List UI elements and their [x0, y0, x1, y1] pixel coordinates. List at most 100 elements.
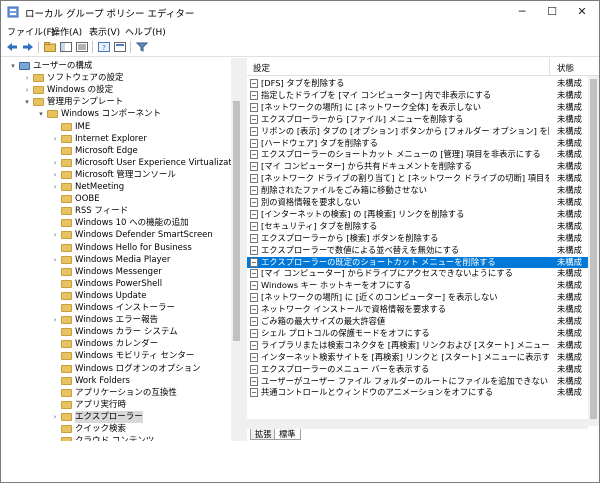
menu-help[interactable]: ヘルプ(H) [125, 25, 166, 38]
policy-row[interactable]: 指定したドライブを [マイ コンピューター] 内で非表示にする 未構成 [247, 90, 599, 101]
policy-setting-icon [250, 257, 258, 267]
collapse-arrow-icon[interactable]: ▾ [37, 108, 45, 120]
expand-arrow-icon[interactable]: › [51, 411, 59, 423]
tree-item-label: Windows カラー システム [75, 327, 178, 338]
folder-icon [61, 158, 72, 167]
policy-state: 未構成 [557, 244, 582, 255]
policy-row[interactable]: エクスプローラーから [ファイル] メニューを削除する 未構成 [247, 114, 599, 125]
policy-row[interactable]: エクスプローラーのショートカット メニューの [管理] 項目を非表示にする 未構成 [247, 149, 599, 160]
properties-icon[interactable] [113, 40, 127, 54]
folder-icon [61, 243, 72, 252]
folder-icon [61, 207, 72, 216]
folder-icon [61, 376, 72, 385]
help-icon[interactable]: ? [97, 40, 111, 54]
policy-row[interactable]: [ネットワークの場所] に [ネットワーク全体] を表示しない 未構成 [247, 102, 599, 113]
policy-name: ネットワーク インストールで資格情報を要求する [261, 304, 447, 315]
show-hide-tree-icon[interactable] [59, 40, 73, 54]
policy-state: 未構成 [557, 339, 582, 350]
folder-icon [61, 122, 72, 131]
tree-item-label: Microsoft User Experience Virtualization [75, 157, 242, 168]
policy-row[interactable]: エクスプローラーから [検索] ボタンを削除する 未構成 [247, 233, 599, 244]
tab-standard[interactable]: 標準 [274, 429, 301, 440]
policy-row[interactable]: ユーザーがユーザー ファイル フォルダーのルートにファイルを追加できないようにす… [247, 376, 599, 387]
tree-item-label: Windows コンポーネント [61, 109, 162, 120]
policy-row[interactable]: リボンの [表示] タブの [オプション] ボタンから [フォルダー オプション… [247, 126, 599, 137]
filter-icon[interactable] [135, 40, 149, 54]
policy-row[interactable]: インターネット検索サイトを [再検索] リンクと [スタート] メニューに表示す… [247, 352, 599, 363]
folder-icon [61, 170, 72, 179]
folder-up-icon[interactable] [43, 40, 57, 54]
policy-setting-icon [250, 114, 258, 124]
policy-name: 別の資格情報を要求しない [261, 197, 361, 207]
policy-state: 未構成 [557, 268, 582, 279]
menu-file[interactable]: ファイル(F) [7, 25, 55, 38]
expand-arrow-icon[interactable]: › [51, 169, 59, 181]
policy-row[interactable]: [ハードウェア] タブを削除する 未構成 [247, 138, 599, 149]
settings-list: 設定 状態 [DFS] タブを削除する 未構成 指定したドライブを [マイ コンピュ… [247, 58, 599, 429]
policy-row[interactable]: 共通コントロールとウィンドウのアニメーションをオフにする 未構成 [247, 387, 599, 398]
tree-item-label: Windows PowerShell [75, 278, 163, 289]
export-list-icon[interactable] [75, 40, 89, 54]
policy-setting-icon [250, 138, 258, 148]
policy-row[interactable]: [セキュリティ] タブを削除する 未構成 [247, 221, 599, 232]
policy-name: ユーザーがユーザー ファイル フォルダーのルートにファイルを追加できないようにす… [261, 375, 549, 386]
collapse-arrow-icon[interactable]: ▾ [23, 96, 31, 108]
column-divider[interactable] [549, 58, 550, 76]
policy-row[interactable]: [インターネットの検索] の [再検索] リンクを削除する 未構成 [247, 209, 599, 220]
policy-setting-icon [250, 281, 258, 291]
back-icon[interactable] [5, 40, 19, 54]
tree-item-label: アプリ実行時 [75, 399, 127, 410]
column-header-setting[interactable]: 設定 [253, 62, 270, 74]
policy-row[interactable]: Windows キー ホットキーをオフにする 未構成 [247, 280, 599, 291]
policy-row[interactable]: [DFS] タブを削除する 未構成 [247, 78, 599, 89]
policy-row[interactable]: ライブラリまたは検索コネクタを [再検索] リンクおよび [スタート] メニュー… [247, 340, 599, 351]
policy-row[interactable]: [ネットワークの場所] に [近くのコンピューター] を表示しない 未構成 [247, 292, 599, 303]
policy-row[interactable]: エクスプローラーで数値による並べ替えを無効にする 未構成 [247, 245, 599, 256]
folder-icon [61, 219, 72, 228]
policy-row[interactable]: ネットワーク インストールで資格情報を要求する 未構成 [247, 304, 599, 315]
policy-state: 未構成 [557, 375, 582, 386]
maximize-button[interactable]: ☐ [537, 1, 567, 23]
tree-scrollbar-thumb[interactable] [233, 101, 240, 341]
list-horizontal-scrollbar[interactable] [247, 419, 588, 429]
policy-row[interactable]: エクスプローラーのメニュー バーを表示する 未構成 [247, 364, 599, 375]
policy-setting-icon [250, 352, 258, 362]
expand-arrow-icon[interactable]: › [51, 157, 59, 169]
policy-row[interactable]: [ネットワーク ドライブの割り当て] と [ネットワーク ドライブの切断] 項目… [247, 173, 599, 184]
folder-icon [61, 304, 72, 312]
tab-extended[interactable]: 拡張 [250, 429, 277, 440]
policy-row[interactable]: 別の資格情報を要求しない 未構成 [247, 197, 599, 208]
expand-arrow-icon[interactable]: › [23, 84, 31, 96]
policy-row[interactable]: シェル プロトコルの保護モードをオフにする 未構成 [247, 328, 599, 339]
app-window: ローカル グループ ポリシー エディター ─ ☐ ✕ ファイル(F) 操作(A)… [0, 0, 600, 483]
expand-arrow-icon[interactable]: › [51, 254, 59, 266]
policy-name: リボンの [表示] タブの [オプション] ボタンから [フォルダー オプション… [261, 125, 549, 136]
expand-arrow-icon[interactable]: › [51, 229, 59, 241]
close-button[interactable]: ✕ [567, 1, 597, 23]
policy-row[interactable]: [マイ コンピューター] から共有ドキュメントを削除する 未構成 [247, 161, 599, 172]
menu-action[interactable]: 操作(A) [51, 25, 82, 38]
column-header-state[interactable]: 状態 [557, 62, 574, 74]
collapse-arrow-icon[interactable]: ▾ [9, 60, 17, 72]
menu-view[interactable]: 表示(V) [89, 25, 120, 38]
policy-row[interactable]: 削除されたファイルをごみ箱に移動させない 未構成 [247, 185, 599, 196]
list-scrollbar-thumb[interactable] [590, 79, 597, 419]
policy-row[interactable]: エクスプローラーの既定のショートカット メニューを削除する 未構成 [247, 256, 599, 268]
minimize-button[interactable]: ─ [507, 1, 537, 23]
toolbar: ? [1, 39, 599, 57]
expand-arrow-icon[interactable]: › [51, 181, 59, 193]
tree-item-label: Internet Explorer [75, 133, 147, 144]
policy-row[interactable]: ごみ箱の最大サイズの最大許容値 未構成 [247, 316, 599, 327]
policy-state: 未構成 [557, 149, 582, 160]
expand-arrow-icon[interactable]: › [51, 314, 59, 326]
folder-icon [33, 98, 44, 107]
policy-state: 未構成 [557, 316, 582, 326]
expand-arrow-icon[interactable]: › [51, 133, 59, 145]
policy-row[interactable]: [マイ コンピューター] からドライブにアクセスできないようにする 未構成 [247, 268, 599, 279]
expand-arrow-icon[interactable]: › [23, 72, 31, 84]
forward-icon[interactable] [21, 40, 35, 54]
policy-setting-icon [250, 388, 258, 398]
policy-setting-icon [250, 364, 258, 374]
policy-setting-icon [250, 305, 258, 315]
folder-icon [61, 412, 72, 421]
